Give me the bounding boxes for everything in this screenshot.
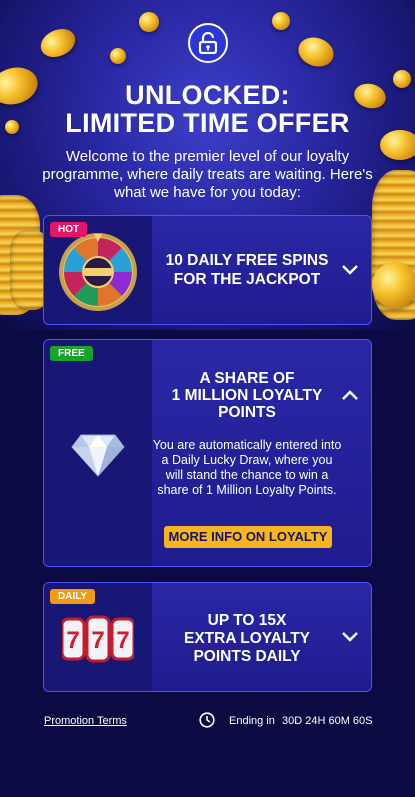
chevron-up-icon[interactable] [341,389,359,401]
more-info-button[interactable]: MORE INFO ON LOYALTY [164,526,332,548]
coin-decoration [272,12,290,30]
hot-badge: HOT [50,222,88,237]
offer-card-loyalty-draw[interactable]: FREE A SHARE OF 1 MILLION LOYALTY POINTS… [43,339,372,567]
promotion-terms-link[interactable]: Promotion Terms [44,715,127,727]
slot-digit: 7 [116,627,129,654]
intro-text: Welcome to the premier level of our loya… [42,148,373,201]
page-title-line2: LIMITED TIME OFFER [65,108,350,138]
countdown-timer: 30D 24H 60M 60S [282,715,373,727]
chevron-down-icon[interactable] [341,631,359,643]
coin-decoration [294,32,338,72]
money-wheel-icon [59,233,137,311]
free-badge: FREE [50,346,93,361]
footer: Promotion Terms Ending in 30D 24H 60M 60… [0,710,415,734]
card-title-line: UP TO 15X [207,612,287,629]
unlock-icon [188,23,228,63]
offer-card-free-spins[interactable]: HOT 10 DAILY FREE SPINS FOR THE JACKPOT [43,215,372,325]
card-media: 7 7 7 DAILY [44,583,152,691]
page-title-line1: UNLOCKED: [125,80,290,110]
coin-decoration [372,262,415,308]
card-title-line: POINTS [218,404,276,421]
diamond-icon [71,434,125,477]
ending-label: Ending in [229,715,275,727]
card-title-line: EXTRA LOYALTY [183,630,311,647]
offer-card-extra-points[interactable]: 7 7 7 DAILY UP TO 15X EXTRA LOYALTY POIN… [43,582,372,692]
slot-digit: 7 [66,627,79,654]
daily-badge: DAILY [50,589,96,604]
coin-decoration [139,12,159,32]
card-title-line: 10 DAILY FREE SPINS [165,252,329,269]
card-media: HOT [44,216,152,324]
slot-777-icon: 7 7 7 [62,615,134,663]
chevron-down-icon[interactable] [341,264,359,276]
card-media: FREE [44,340,152,566]
card-title-line: POINTS DAILY [193,648,301,665]
clock-icon [199,712,215,728]
slot-digit: 7 [91,627,104,654]
coin-decoration [110,48,126,64]
card-title-line: FOR THE JACKPOT [173,271,321,288]
card-description: You are automatically entered into a Dai… [152,438,342,497]
coin-decoration [36,23,80,63]
